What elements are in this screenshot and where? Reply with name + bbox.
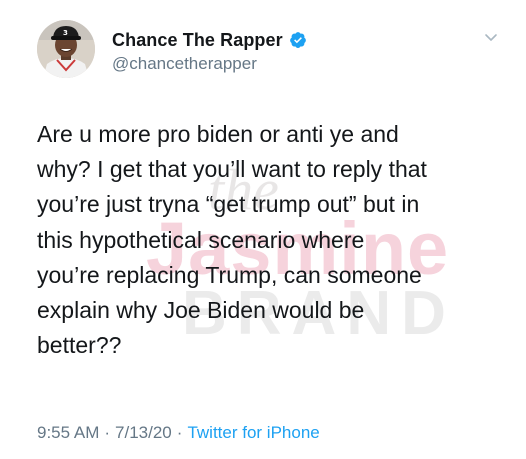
tweet-date[interactable]: 7/13/20	[115, 423, 172, 443]
tweet-time[interactable]: 9:55 AM	[37, 423, 99, 443]
user-handle[interactable]: @chancetherapper	[112, 54, 257, 74]
verified-badge-icon	[289, 31, 307, 49]
svg-text:3: 3	[63, 29, 68, 37]
tweet-text: Are u more pro biden or anti ye and why?…	[37, 121, 427, 359]
tweet-meta: 9:55 AM · 7/13/20 · Twitter for iPhone	[37, 423, 320, 443]
chevron-down-icon[interactable]	[483, 29, 499, 45]
meta-separator: ·	[176, 423, 183, 442]
tweet-source-link[interactable]: Twitter for iPhone	[187, 423, 319, 443]
tweet-card: 3 Chance The Rapper @chancetherapper the…	[0, 0, 526, 459]
author-row: Chance The Rapper	[112, 29, 307, 51]
display-name[interactable]: Chance The Rapper	[112, 30, 283, 51]
meta-separator: ·	[104, 423, 111, 442]
avatar[interactable]: 3	[37, 20, 95, 78]
